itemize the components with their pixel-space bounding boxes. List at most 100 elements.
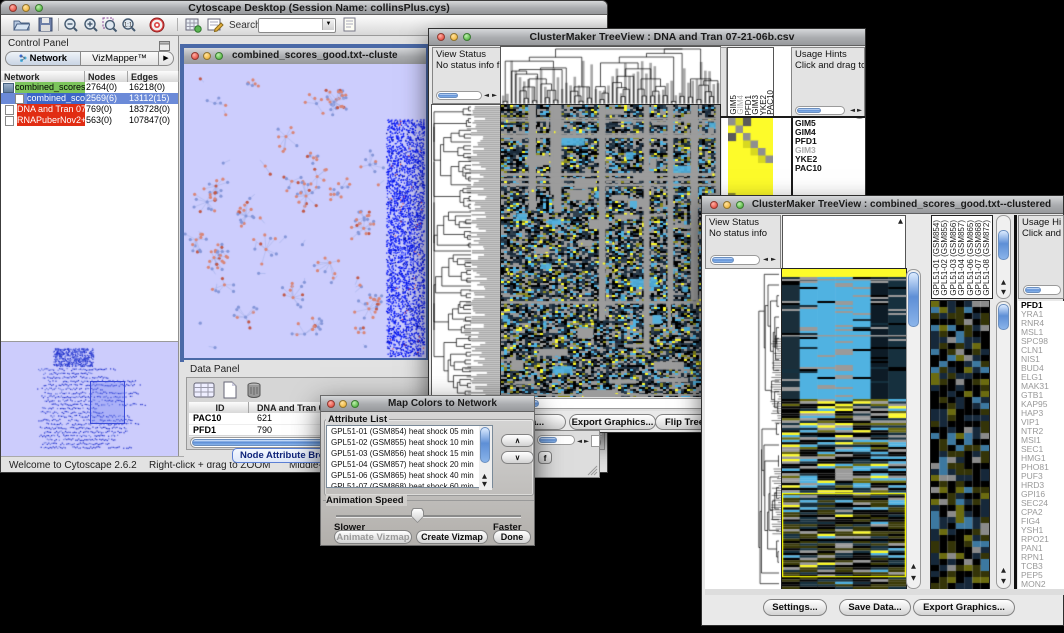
tv2-status-scrollbar[interactable] — [710, 255, 760, 265]
tv2-array-label[interactable]: GPL51-04 (GSM857) — [958, 220, 966, 296]
attribute-list[interactable]: GPL51-01 (GSM854) heat shock 05 minGPL51… — [326, 425, 493, 488]
zoom-button[interactable] — [35, 4, 43, 12]
col-edges[interactable]: Edges — [128, 71, 179, 82]
zoom-button[interactable] — [736, 201, 744, 209]
scrollbar-thumb[interactable] — [712, 257, 734, 263]
tv2-export-graphics-button[interactable]: Export Graphics... — [913, 599, 1015, 616]
tv1-mini-heatmap[interactable] — [728, 118, 773, 196]
tv2-save-data-button[interactable]: Save Data... — [839, 599, 911, 616]
scroll-arrow-icon[interactable]: ▼ — [482, 481, 487, 488]
create-vizmap-button[interactable]: Create Vizmap — [416, 530, 488, 544]
minimize-button[interactable] — [339, 400, 347, 408]
minimize-button[interactable] — [203, 52, 211, 60]
network-list-row[interactable]: RNAPuberNov2+|563(0)107847(0) — [1, 115, 178, 126]
col-network[interactable]: Network — [1, 71, 85, 82]
zoom-out-icon[interactable] — [63, 17, 79, 38]
attribute-list-item[interactable]: GPL51-02 (GSM855) heat shock 10 min — [327, 437, 492, 448]
scroll-arrow-icon[interactable]: ◄ — [484, 92, 489, 99]
scrollbar-thumb[interactable] — [438, 93, 458, 98]
animate-vizmap-button[interactable]: Animate Vizmap — [334, 530, 412, 544]
network-list-row[interactable]: combined_scores2764(0)16218(0) — [1, 82, 178, 93]
scroll-arrow-icon[interactable]: ► — [771, 256, 776, 263]
animation-slider-track[interactable] — [336, 515, 521, 518]
search-input[interactable]: ▼ — [258, 18, 336, 33]
tv2-row-dendrogram[interactable] — [705, 269, 781, 589]
scroll-arrow-icon[interactable]: ◄ — [577, 438, 582, 445]
tv1-column-dendrogram[interactable] — [501, 47, 720, 104]
scrollbar-thumb[interactable] — [908, 272, 919, 327]
plugin-grid-icon[interactable] — [185, 17, 202, 38]
treeview-combined-titlebar[interactable]: ClusterMaker TreeView : combined_scores_… — [702, 196, 1063, 214]
scroll-arrow-icon[interactable]: ► — [492, 92, 497, 99]
scrollbar-thumb[interactable] — [1025, 287, 1041, 293]
scrollbar-thumb[interactable] — [797, 108, 821, 113]
tv2-gene-list[interactable]: PFD1YRA1RNR4MSL1SPC98CLN1NIS1BUD4ELG1MAK… — [1018, 301, 1064, 589]
tv2-array-labels[interactable]: GPL51-01 (GSM854)GPL51-02 (GSM855)GPL51-… — [931, 215, 993, 299]
scroll-arrow-icon[interactable]: ▼ — [1001, 578, 1006, 585]
tv1-heatmap[interactable] — [501, 105, 720, 397]
tv1-export-graphics-button[interactable]: Export Graphics... — [569, 414, 656, 430]
open-session-icon[interactable] — [13, 17, 30, 37]
tv1-usage-scrollbar[interactable] — [795, 106, 845, 115]
close-button[interactable] — [327, 400, 335, 408]
zoom-button[interactable] — [463, 33, 471, 41]
treeview-dna-titlebar[interactable]: ClusterMaker TreeView : DNA and Tran 07-… — [429, 29, 865, 46]
close-button[interactable] — [437, 33, 445, 41]
scroll-arrow-icon[interactable]: ◄ — [763, 256, 768, 263]
minimize-button[interactable] — [450, 33, 458, 41]
attribute-list-item[interactable]: GPL51-06 (GSM865) heat shock 40 min — [327, 470, 492, 481]
scroll-arrow-icon[interactable]: ▲ — [1001, 279, 1006, 286]
birdseye-panel[interactable] — [1, 341, 178, 456]
scrollbar-thumb[interactable] — [998, 230, 1009, 260]
help-lifering-icon[interactable] — [149, 17, 165, 38]
delete-attribute-icon[interactable] — [245, 381, 263, 404]
scrollbar-thumb[interactable] — [480, 427, 490, 463]
zoom-button[interactable] — [215, 52, 223, 60]
tv2-heatmap[interactable] — [782, 269, 906, 589]
network-canvas-area[interactable] — [184, 64, 426, 358]
map-dialog-titlebar[interactable]: Map Colors to Network — [321, 396, 534, 412]
close-button[interactable] — [191, 52, 199, 60]
zoom-selected-icon[interactable] — [102, 17, 118, 38]
tv1-status-scrollbar[interactable] — [436, 91, 482, 100]
scroll-arrow-icon[interactable]: ► — [584, 438, 589, 445]
tv2-settings-button[interactable]: Settings... — [763, 599, 827, 616]
attribute-list-scrollbar[interactable]: ▲▼ — [479, 426, 492, 490]
attribute-list-item[interactable]: GPL51-03 (GSM856) heat shock 15 min — [327, 448, 492, 459]
attribute-list-item[interactable]: GPL51-04 (GSM857) heat shock 20 min — [327, 459, 492, 470]
scroll-arrow-icon[interactable]: ◄ — [850, 107, 855, 114]
zoom-fit-icon[interactable]: 1:1 — [121, 17, 137, 38]
scroll-arrow-icon[interactable]: ▲ — [911, 563, 916, 570]
resize-grip[interactable] — [586, 464, 598, 476]
animation-slider-thumb[interactable] — [411, 508, 424, 523]
network-view-titlebar[interactable]: combined_scores_good.txt--cluste — [184, 48, 426, 64]
fragment-f-button[interactable]: f — [538, 451, 552, 464]
minimize-button[interactable] — [723, 201, 731, 209]
zoom-button[interactable] — [351, 400, 359, 408]
tv1-gene-label[interactable]: PAC10 — [795, 164, 865, 173]
col-nodes[interactable]: Nodes — [85, 71, 128, 82]
tab-overflow-arrow[interactable]: ▶ — [159, 51, 174, 66]
network-list-row[interactable]: combined_sco2569(6)13112(15) — [1, 93, 178, 104]
tab-vizmapper[interactable]: VizMapper™ — [81, 51, 159, 66]
close-button[interactable] — [710, 201, 718, 209]
tv2-zoom-heatmap[interactable] — [931, 301, 989, 589]
scroll-arrow-icon[interactable]: ▲ — [482, 473, 487, 480]
tv2-vscrollbar[interactable]: ▲▼ — [906, 269, 921, 589]
cytoscape-titlebar[interactable]: Cytoscape Desktop (Session Name: collins… — [1, 1, 607, 15]
scrollbar-thumb[interactable] — [998, 304, 1009, 330]
fragment-hscrollbar[interactable] — [537, 435, 575, 445]
tv1-row-dendrogram[interactable] — [432, 105, 501, 397]
scroll-arrow-icon[interactable]: ▲ — [1001, 567, 1006, 574]
tv2-labels-scrollbar[interactable]: ▲▼ — [996, 215, 1011, 299]
move-up-button[interactable]: ∧ — [501, 434, 534, 447]
move-down-button[interactable]: ∨ — [501, 451, 534, 464]
zoom-in-icon[interactable] — [83, 17, 99, 38]
attribute-list-item[interactable]: GPL51-07 (GSM868) heat shock 60 min — [327, 481, 492, 488]
tv2-array-label[interactable]: GPL51-08 (GSM872) — [983, 220, 991, 296]
attribute-list-item[interactable]: GPL51-01 (GSM854) heat shock 05 min — [327, 426, 492, 437]
table-mode-icon[interactable] — [193, 381, 215, 404]
done-button[interactable]: Done — [493, 530, 531, 544]
network-list-row[interactable]: DNA and Tran 07769(0)183728(0) — [1, 104, 178, 115]
save-session-icon[interactable] — [38, 17, 53, 37]
